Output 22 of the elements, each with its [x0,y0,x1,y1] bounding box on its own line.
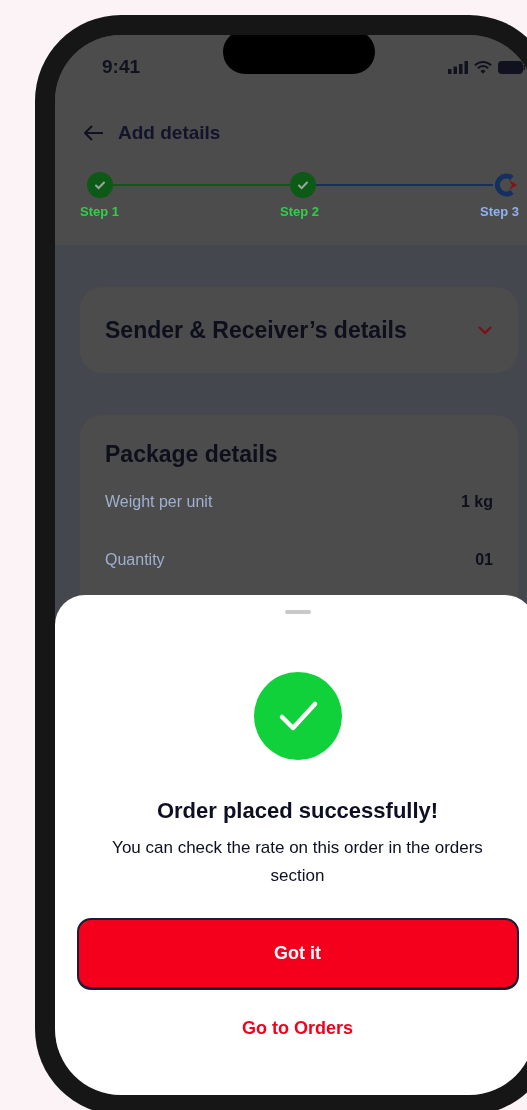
step-label: Step 3 [479,204,519,219]
status-time: 9:41 [102,56,141,78]
success-title: Order placed successfully! [156,798,439,824]
detail-label: Weight per unit [105,493,213,511]
success-message: You can check the rate on this order in the orders section [111,837,484,887]
detail-value: 1 kg [461,493,493,511]
step-label: Step 1 [80,204,119,219]
card-title: Sender & Receiver’s details [105,316,407,344]
got-it-button[interactable]: Got it [76,918,519,990]
signal-icon [448,60,468,74]
go-to-orders-link[interactable]: Go to Orders [234,1014,361,1043]
detail-value: 01 [475,551,493,569]
chevron-icon[interactable] [477,325,493,335]
card-title: Package details [105,441,278,467]
success-check-icon [253,672,342,760]
back-arrow-icon[interactable] [84,125,104,141]
wifi-icon [474,60,492,74]
screen-title: Add details [118,122,221,144]
detail-label: Quantity [105,551,165,569]
sheet-handle[interactable] [284,610,311,614]
step-label: Step 2 [280,204,319,219]
sender-receiver-card[interactable]: Sender & Receiver’s details [80,287,518,373]
